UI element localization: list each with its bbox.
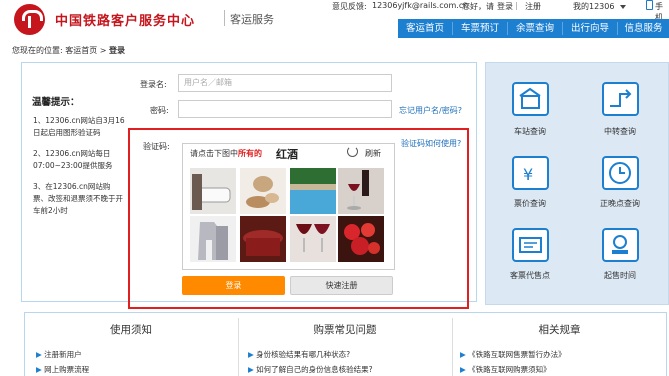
tip-item: 1、12306.cn网站自3月16日起启用图形验证码 bbox=[33, 116, 125, 137]
arrow-right-icon: ▶ bbox=[460, 365, 466, 374]
chevron-down-icon bbox=[620, 4, 627, 9]
footer-link[interactable]: ▶ 注册新用户 bbox=[36, 349, 82, 360]
captcha-help-link[interactable]: 验证码如何使用? bbox=[401, 138, 461, 149]
header-separator: | bbox=[515, 1, 518, 10]
captcha-image-tomatoes[interactable] bbox=[338, 216, 384, 262]
captcha-prompt-highlight: 所有的 bbox=[238, 149, 262, 158]
service-label[interactable]: 票价查询 bbox=[500, 198, 560, 209]
captcha-prompt-text: 请点击下图中 bbox=[190, 149, 238, 158]
nav-info-service[interactable]: 信息服务 bbox=[618, 19, 669, 38]
ticket-agency-icon[interactable] bbox=[512, 228, 549, 262]
footer-link-label: 《铁路互联网售票暂行办法》 bbox=[468, 350, 566, 359]
header-register-link[interactable]: 注册 bbox=[525, 1, 541, 12]
login-button[interactable]: 登录 bbox=[182, 276, 285, 295]
captcha-image-wine-glasses[interactable] bbox=[290, 216, 336, 262]
breadcrumb: 您现在的位置: 客运首页 > 登录 bbox=[12, 45, 125, 56]
footer-link[interactable]: ▶ 网上购票流程 bbox=[36, 364, 89, 375]
captcha-label: 验证码: bbox=[143, 142, 170, 151]
faq-title: 购票常见问题 bbox=[313, 324, 377, 336]
captcha-image-bathtub[interactable] bbox=[190, 168, 236, 214]
forgot-password-link[interactable]: 忘记用户名/密码? bbox=[399, 105, 462, 116]
captcha-target-word: 红酒 bbox=[276, 148, 298, 161]
footer-link-label: 网上购票流程 bbox=[44, 365, 90, 374]
sale-time-icon[interactable] bbox=[602, 228, 639, 262]
fare-icon[interactable]: ¥ bbox=[512, 156, 549, 190]
arrow-right-icon: ▶ bbox=[36, 365, 42, 374]
username-label: 登录名: bbox=[140, 80, 167, 89]
breadcrumb-current: 登录 bbox=[109, 46, 126, 55]
password-label: 密码: bbox=[150, 106, 169, 115]
arrow-right-icon: ▶ bbox=[248, 350, 254, 359]
refresh-icon[interactable] bbox=[347, 146, 358, 157]
service-label[interactable]: 起售时间 bbox=[590, 270, 650, 281]
arrow-right-icon: ▶ bbox=[248, 365, 254, 374]
usage-notice-title: 使用须知 bbox=[110, 324, 152, 336]
service-label[interactable]: 中转查询 bbox=[590, 126, 650, 137]
service-label[interactable]: 正晚点查询 bbox=[590, 198, 650, 209]
captcha-refresh-button[interactable]: 刷新 bbox=[365, 148, 381, 159]
footer-link-label: 《铁路互联网购票须知》 bbox=[468, 365, 551, 374]
mobile-phone-icon[interactable] bbox=[646, 0, 653, 10]
footer-link-label: 注册新用户 bbox=[44, 350, 82, 359]
username-input[interactable]: 用户名／邮箱 bbox=[178, 74, 392, 92]
my-account-menu[interactable]: 我的12306 bbox=[573, 1, 627, 12]
site-subtitle: 客运服务 bbox=[230, 13, 274, 26]
greeting-text: 您好，请 bbox=[462, 2, 494, 11]
footer-link[interactable]: ▶ 《铁路互联网购票须知》 bbox=[460, 364, 551, 375]
tip-item: 2、12306.cn网站每日07:00~23:00提供服务 bbox=[33, 149, 113, 170]
transfer-icon[interactable] bbox=[602, 82, 639, 116]
footer-link[interactable]: ▶ 身份核验结果有哪几种状态? bbox=[248, 349, 350, 360]
captcha-image-seashells[interactable] bbox=[240, 168, 286, 214]
arrow-right-icon: ▶ bbox=[36, 350, 42, 359]
footer-link-label: 身份核验结果有哪几种状态? bbox=[256, 350, 351, 359]
breadcrumb-prefix: 您现在的位置: bbox=[12, 46, 63, 55]
site-title: 中国铁路客户服务中心 bbox=[55, 14, 196, 29]
arrow-right-icon: ▶ bbox=[460, 350, 466, 359]
clock-icon[interactable] bbox=[602, 156, 639, 190]
feedback-label: 意见反馈: bbox=[332, 2, 367, 11]
tip-item: 3、在12306.cn网站购票、改签和退票须不晚于开车前2小时 bbox=[33, 182, 123, 215]
footer-link[interactable]: ▶ 如何了解自己的身份信息核验结果? bbox=[248, 364, 373, 375]
footer-link[interactable]: ▶ 《铁路互联网售票暂行办法》 bbox=[460, 349, 566, 360]
quick-register-button[interactable]: 快速注册 bbox=[290, 276, 393, 295]
captcha-image-wine[interactable] bbox=[338, 168, 384, 214]
svg-text:¥: ¥ bbox=[523, 165, 533, 184]
tips-title: 温馨提示： bbox=[32, 97, 80, 108]
title-divider bbox=[224, 10, 225, 26]
nav-ticket-query[interactable]: 余票查询 bbox=[508, 19, 562, 38]
service-label[interactable]: 客票代售点 bbox=[500, 270, 560, 281]
captcha-prompt: 请点击下图中所有的 bbox=[190, 148, 262, 159]
feedback-email-link[interactable]: 12306yjfk@rails.com.cn bbox=[372, 1, 468, 10]
service-label[interactable]: 车站查询 bbox=[500, 126, 560, 137]
password-input[interactable] bbox=[178, 100, 392, 118]
captcha-image-dining-table[interactable] bbox=[240, 216, 286, 262]
railway-logo-icon[interactable] bbox=[14, 4, 45, 35]
breadcrumb-home-link[interactable]: 客运首页 bbox=[65, 46, 97, 55]
nav-passenger-home[interactable]: 客运首页 bbox=[398, 19, 452, 38]
header-login-link[interactable]: 登录 bbox=[497, 1, 513, 12]
captcha-image-clothes[interactable] bbox=[190, 216, 236, 262]
captcha-image-pool[interactable] bbox=[290, 168, 336, 214]
regulations-title: 相关规章 bbox=[538, 324, 581, 336]
nav-ticket-booking[interactable]: 车票预订 bbox=[453, 19, 507, 38]
nav-travel-guide[interactable]: 出行向导 bbox=[563, 19, 617, 38]
my-account-label: 我的12306 bbox=[573, 2, 615, 11]
station-icon[interactable] bbox=[512, 82, 549, 116]
footer-link-label: 如何了解自己的身份信息核验结果? bbox=[256, 365, 373, 374]
breadcrumb-separator: > bbox=[99, 46, 107, 55]
